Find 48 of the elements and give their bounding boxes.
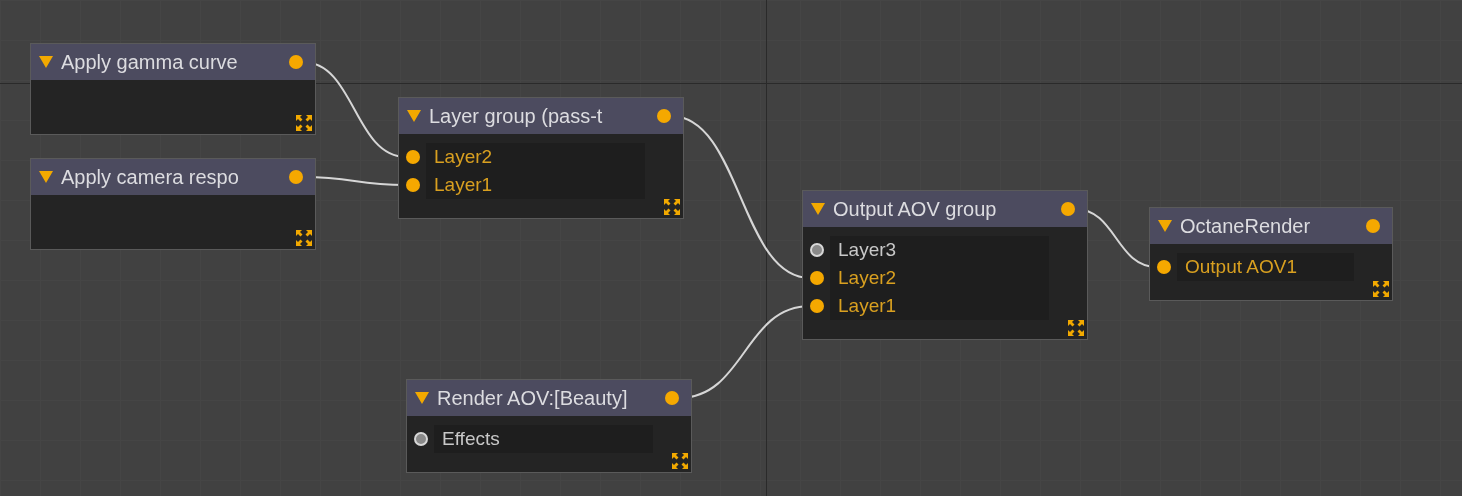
expand-icon[interactable] <box>1373 281 1389 297</box>
collapse-triangle-icon[interactable] <box>407 110 421 122</box>
output-pin[interactable] <box>289 55 303 69</box>
expand-icon[interactable] <box>664 199 680 215</box>
node-header[interactable]: OctaneRender <box>1150 208 1392 244</box>
expand-icon[interactable] <box>296 115 312 131</box>
node-header[interactable]: Render AOV:[Beauty] <box>407 380 691 416</box>
node-panel[interactable]: Apply gamma curve <box>30 43 316 135</box>
node-title: Output AOV group <box>833 197 998 221</box>
node-panel[interactable]: OctaneRender Output AOV1 <box>1149 207 1393 301</box>
expand-icon[interactable] <box>296 230 312 246</box>
output-pin[interactable] <box>289 170 303 184</box>
input-label: Output AOV1 <box>1177 253 1354 281</box>
node-title: Apply camera respo <box>61 165 240 189</box>
input-pin[interactable] <box>1157 260 1171 274</box>
node-title: Render AOV:[Beauty] <box>437 386 629 410</box>
node-header[interactable]: Apply camera respo <box>31 159 315 195</box>
input-label: Layer1 <box>830 292 1049 320</box>
input-pin[interactable] <box>810 271 824 285</box>
collapse-triangle-icon[interactable] <box>415 392 429 404</box>
node-header[interactable]: Layer group (pass-t <box>399 98 683 134</box>
collapse-triangle-icon[interactable] <box>39 171 53 183</box>
collapse-triangle-icon[interactable] <box>1158 220 1172 232</box>
output-pin[interactable] <box>657 109 671 123</box>
input-label: Layer2 <box>830 264 1049 292</box>
input-label: Layer1 <box>426 171 645 199</box>
input-label: Layer3 <box>830 236 1049 264</box>
node-title: OctaneRender <box>1180 214 1312 238</box>
input-label: Layer2 <box>426 143 645 171</box>
node-panel[interactable]: Apply camera respo <box>30 158 316 250</box>
collapse-triangle-icon[interactable] <box>39 56 53 68</box>
input-pin[interactable] <box>810 299 824 313</box>
input-label: Effects <box>434 425 653 453</box>
expand-icon[interactable] <box>1068 320 1084 336</box>
output-pin[interactable] <box>1061 202 1075 216</box>
input-pin[interactable] <box>406 178 420 192</box>
input-pin[interactable] <box>414 432 428 446</box>
node-header[interactable]: Apply gamma curve <box>31 44 315 80</box>
node-panel[interactable]: Layer group (pass-t Layer2 Layer1 <box>398 97 684 219</box>
node-panel[interactable]: Output AOV group Layer3 Layer2 Layer1 <box>802 190 1088 340</box>
input-pin[interactable] <box>406 150 420 164</box>
output-pin[interactable] <box>665 391 679 405</box>
output-pin[interactable] <box>1366 219 1380 233</box>
expand-icon[interactable] <box>672 453 688 469</box>
node-title: Layer group (pass-t <box>429 104 604 128</box>
node-title: Apply gamma curve <box>61 50 239 74</box>
node-panel[interactable]: Render AOV:[Beauty] Effects <box>406 379 692 473</box>
input-pin[interactable] <box>810 243 824 257</box>
